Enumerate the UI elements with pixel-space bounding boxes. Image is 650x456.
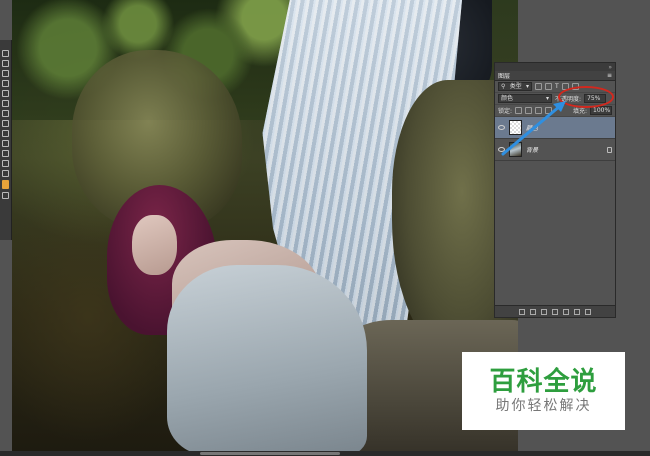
- layer-name[interactable]: 颜色: [526, 123, 612, 132]
- adjustment-filter-icon[interactable]: [545, 83, 552, 90]
- chevron-down-icon: ▾: [525, 83, 529, 90]
- watermark-logo: 百科全说 助你轻松解决: [462, 352, 625, 430]
- eye-icon[interactable]: [498, 125, 505, 130]
- fx-icon[interactable]: [530, 308, 536, 315]
- chevron-down-icon: ▾: [545, 95, 549, 102]
- watermark-subtitle: 助你轻松解决: [495, 398, 592, 414]
- filter-kind-label: 类型: [509, 83, 522, 90]
- lock-pixels-icon[interactable]: [525, 107, 533, 114]
- pixel-filter-icon[interactable]: [535, 83, 542, 90]
- stamp-tool-icon[interactable]: [2, 90, 9, 97]
- foreground-color-swatch[interactable]: [2, 180, 9, 189]
- lock-transparent-icon[interactable]: [515, 107, 523, 114]
- layer-thumbnail: [509, 142, 522, 157]
- lock-position-icon[interactable]: [535, 107, 543, 114]
- shape-tool-icon[interactable]: [2, 150, 9, 157]
- opacity-highlight-ellipse: [558, 86, 614, 108]
- lock-all-icon[interactable]: [545, 107, 553, 114]
- quick-mask-icon[interactable]: [2, 192, 9, 199]
- panel-titlebar[interactable]: »: [495, 63, 615, 71]
- add-mask-icon[interactable]: [541, 308, 547, 315]
- move-tool-icon[interactable]: [2, 50, 9, 57]
- eraser-tool-icon[interactable]: [2, 100, 9, 107]
- link-layers-icon[interactable]: [519, 308, 525, 315]
- layer-thumbnail: [509, 120, 522, 135]
- tool-strip: [0, 40, 12, 240]
- woman-dress: [167, 265, 367, 451]
- lock-icon: [607, 146, 612, 153]
- type-filter-icon[interactable]: T: [555, 83, 559, 90]
- panel-tabs: 图层 ≡: [495, 71, 615, 81]
- eye-icon[interactable]: [498, 147, 505, 152]
- blend-mode-select[interactable]: 颜色 ▾: [498, 94, 552, 103]
- dodge-tool-icon[interactable]: [2, 120, 9, 127]
- tab-layers[interactable]: 图层: [498, 71, 510, 80]
- brush-tool-icon[interactable]: [2, 80, 9, 87]
- watermark-title: 百科全说: [489, 367, 598, 397]
- type-tool-icon[interactable]: [2, 140, 9, 147]
- lasso-tool-icon[interactable]: [2, 70, 9, 77]
- layer-row-color[interactable]: 颜色: [495, 117, 615, 139]
- woman-face: [132, 215, 177, 275]
- new-layer-icon[interactable]: [574, 308, 580, 315]
- panel-menu-icon[interactable]: ≡: [607, 72, 612, 79]
- marquee-tool-icon[interactable]: [2, 60, 9, 67]
- pen-tool-icon[interactable]: [2, 130, 9, 137]
- hand-tool-icon[interactable]: [2, 160, 9, 167]
- filter-kind-select[interactable]: ⚲ 类型 ▾: [498, 82, 532, 91]
- new-group-icon[interactable]: [563, 308, 569, 315]
- adjustment-layer-icon[interactable]: [552, 308, 558, 315]
- layer-name[interactable]: 背景: [526, 145, 603, 154]
- blend-mode-label: 颜色: [501, 95, 514, 102]
- photo-canvas[interactable]: [12, 0, 518, 451]
- lock-label: 锁定:: [498, 108, 513, 115]
- panel-bottom-bar: [495, 305, 615, 317]
- layer-row-background[interactable]: 背景: [495, 139, 615, 161]
- search-icon: ⚲: [501, 83, 506, 90]
- trash-icon[interactable]: [585, 308, 591, 315]
- gradient-tool-icon[interactable]: [2, 110, 9, 117]
- zoom-tool-icon[interactable]: [2, 170, 9, 177]
- scrollbar-thumb[interactable]: [200, 452, 340, 455]
- collapse-icon[interactable]: »: [608, 64, 612, 71]
